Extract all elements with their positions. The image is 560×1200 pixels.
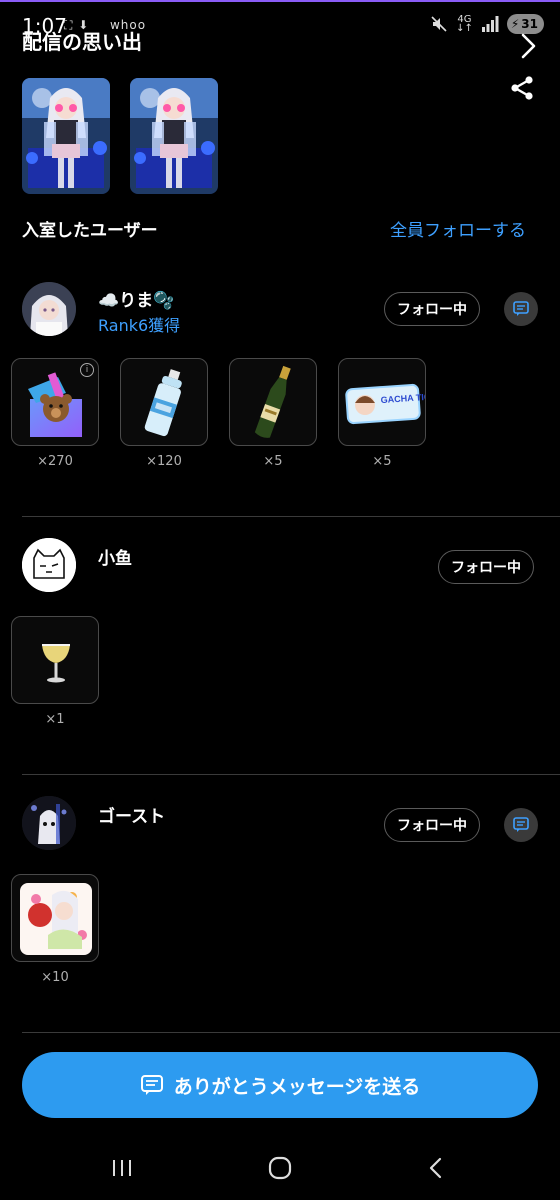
avatar[interactable]	[22, 282, 76, 336]
gift-card[interactable]	[11, 874, 99, 962]
chevron-right-icon[interactable]	[516, 30, 540, 62]
user-name: ゴースト	[98, 807, 166, 827]
divider	[22, 1032, 560, 1033]
mute-icon	[431, 16, 447, 32]
send-thanks-button[interactable]: ありがとうメッセージを送る	[22, 1052, 538, 1118]
signal-icon	[481, 16, 499, 32]
cocktail-glass-icon	[42, 644, 70, 683]
anime-character-image	[130, 78, 218, 194]
stream-thumbnail[interactable]	[22, 78, 110, 194]
back-icon	[429, 1157, 442, 1179]
share-icon[interactable]	[508, 74, 536, 102]
gift-card[interactable]	[229, 358, 317, 446]
home-button[interactable]	[260, 1152, 300, 1184]
ghost-avatar-image	[22, 796, 76, 850]
gift-card[interactable]: i	[11, 358, 99, 446]
screen: 1:07 ⛶ ⬇ ㅤ whoo 4G ↓↑ ⚡ 31 配信の思い出 入室したユー…	[0, 0, 560, 1200]
following-button[interactable]: フォロー中	[384, 808, 480, 842]
chat-button[interactable]	[504, 808, 538, 842]
page-title: 配信の思い出	[22, 30, 142, 54]
user-name: ☁️りま🫧	[98, 291, 175, 311]
champagne-bottle-icon	[254, 365, 291, 438]
follow-all-link[interactable]: 全員フォローする	[390, 216, 526, 241]
gacha-ticket-icon: GACHA TICKET	[345, 383, 425, 425]
avatar[interactable]	[22, 796, 76, 850]
gift-count: ×270	[37, 454, 73, 469]
user-name: 小鱼	[98, 549, 132, 569]
recent-apps-button[interactable]	[102, 1152, 142, 1184]
entered-users-label: 入室したユーザー	[22, 221, 158, 241]
chat-button[interactable]	[504, 292, 538, 326]
avatar-image	[22, 282, 76, 336]
anime-sticker-icon	[20, 883, 92, 955]
cat-face-avatar-icon	[22, 538, 76, 592]
divider	[22, 516, 560, 517]
gift-count: ×120	[146, 454, 182, 469]
gift-count: ×10	[41, 970, 69, 985]
gift-card[interactable]	[11, 616, 99, 704]
recent-apps-icon	[113, 1160, 131, 1176]
chat-icon	[513, 817, 529, 832]
top-accent-line	[0, 0, 560, 2]
gift-card[interactable]	[120, 358, 208, 446]
battery-level: 31	[521, 17, 538, 31]
divider	[22, 774, 560, 775]
system-nav-bar	[0, 1138, 560, 1200]
gift-card[interactable]: GACHA TICKET	[338, 358, 426, 446]
charging-bolt-icon: ⚡	[510, 17, 520, 31]
data-arrows-icon: ↓↑	[456, 23, 473, 34]
gift-count: ×1	[45, 712, 65, 727]
info-icon[interactable]: i	[80, 363, 94, 377]
send-thanks-label: ありがとうメッセージを送る	[173, 1075, 421, 1098]
back-button[interactable]	[416, 1152, 456, 1184]
gift-count: ×5	[263, 454, 283, 469]
user-rank: Rank6獲得	[98, 316, 181, 335]
message-icon	[140, 1075, 163, 1095]
water-bottle-icon	[144, 369, 182, 437]
network-indicator: 4G ↓↑	[456, 15, 473, 34]
following-button[interactable]: フォロー中	[384, 292, 480, 326]
stream-thumbnail[interactable]	[130, 78, 218, 194]
avatar[interactable]	[22, 538, 76, 592]
home-icon	[268, 1156, 292, 1180]
following-button[interactable]: フォロー中	[438, 550, 534, 584]
gift-count: ×5	[372, 454, 392, 469]
chat-icon	[513, 301, 529, 316]
anime-character-image	[22, 78, 110, 194]
